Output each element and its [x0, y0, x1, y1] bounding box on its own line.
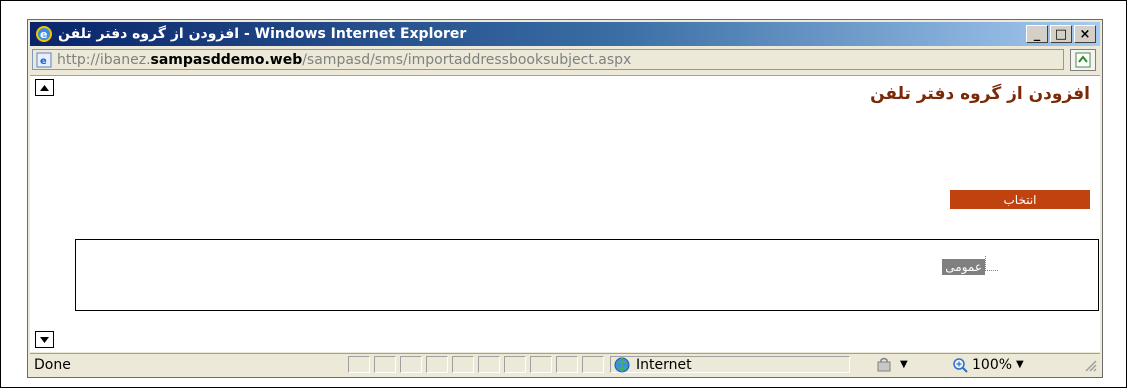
- status-pane: [400, 356, 422, 373]
- status-pane: [478, 356, 500, 373]
- protected-mode-icon: [877, 357, 891, 371]
- status-pane: [504, 356, 526, 373]
- minimize-button[interactable]: _: [1026, 25, 1048, 43]
- zoom-icon: [953, 357, 968, 373]
- globe-icon: [614, 357, 630, 372]
- ie-window: e افزودن از گروه دفتر تلفن - Windows Int…: [27, 19, 1103, 378]
- tree-item-label[interactable]: عمومی: [942, 258, 985, 275]
- chevron-down-icon: ▼: [900, 359, 908, 370]
- group-tree-box: عمومی: [75, 239, 1099, 311]
- window-title: افزودن از گروه دفتر تلفن - Windows Inter…: [58, 26, 467, 42]
- zoom-control[interactable]: 100% ▼: [952, 356, 1072, 373]
- url-prefix: http://ibanez.: [57, 51, 151, 68]
- refresh-icon: [1075, 52, 1091, 68]
- status-pane: [426, 356, 448, 373]
- protected-mode-control[interactable]: ▼: [876, 356, 946, 373]
- zoom-level: 100%: [972, 356, 1013, 373]
- status-pane: [556, 356, 578, 373]
- address-bar: e http://ibanez.sampasddemo.web/sampasd/…: [30, 48, 1100, 72]
- title-bar[interactable]: e افزودن از گروه دفتر تلفن - Windows Int…: [30, 22, 1100, 46]
- tree-connector: [985, 256, 998, 271]
- select-button[interactable]: انتخاب: [950, 190, 1090, 209]
- tree-item[interactable]: عمومی: [942, 256, 998, 277]
- status-panes: [348, 356, 604, 373]
- address-field[interactable]: e http://ibanez.sampasddemo.web/sampasd/…: [32, 49, 1064, 70]
- status-pane: [582, 356, 604, 373]
- page-content: افزودن از گروه دفتر تلفن انتخاب عمومی: [30, 75, 1100, 352]
- url-host: sampasddemo.web: [150, 51, 303, 68]
- refresh-button[interactable]: [1070, 49, 1096, 71]
- status-pane: [374, 356, 396, 373]
- svg-text:e: e: [40, 56, 47, 67]
- scroll-down-button[interactable]: [35, 331, 54, 348]
- url-path: /sampasd/sms/importaddressbooksubject.as…: [302, 51, 632, 68]
- ie-logo-icon: e: [36, 26, 52, 42]
- window-controls: _ □ ×: [1026, 25, 1096, 43]
- status-bar: Done Internet ▼ 100% ▼: [30, 353, 1100, 376]
- arrow-up-icon: [40, 84, 49, 91]
- security-zone[interactable]: Internet: [610, 356, 850, 373]
- ie-page-icon: e: [36, 52, 52, 67]
- status-pane: [348, 356, 370, 373]
- status-text: Done: [34, 357, 71, 373]
- maximize-button[interactable]: □: [1050, 25, 1072, 43]
- svg-text:e: e: [40, 28, 47, 41]
- arrow-down-icon: [40, 336, 49, 343]
- chevron-down-icon: ▼: [1016, 359, 1024, 370]
- page-title: افزودن از گروه دفتر تلفن: [870, 84, 1090, 104]
- close-button[interactable]: ×: [1074, 25, 1096, 43]
- zone-label: Internet: [636, 356, 692, 373]
- address-url[interactable]: http://ibanez.sampasddemo.web/sampasd/sm…: [57, 52, 631, 68]
- status-pane: [530, 356, 552, 373]
- resize-grip-icon[interactable]: [1083, 358, 1097, 372]
- status-pane: [452, 356, 474, 373]
- scroll-up-button[interactable]: [35, 79, 54, 96]
